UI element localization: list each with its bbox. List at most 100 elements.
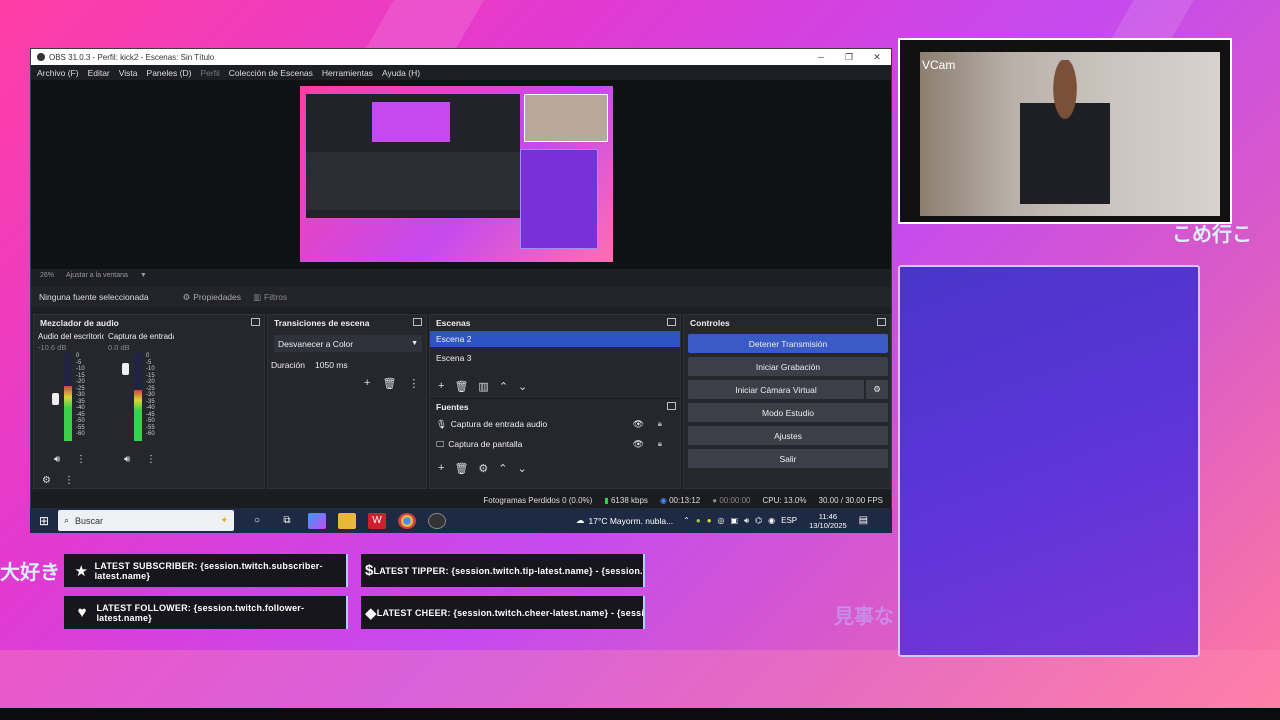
windows-start-icon[interactable]: ⊞	[30, 514, 58, 528]
webcam-frame: VCam	[898, 38, 1232, 224]
kebab-icon[interactable]: ⋮	[146, 454, 156, 465]
menu-bar: Archivo (F) Editar Vista Paneles (D) Per…	[31, 65, 891, 80]
filter-icon[interactable]: ▥	[478, 380, 488, 393]
studio-mode-button[interactable]: Modo Estudio	[688, 403, 888, 422]
search-box[interactable]: ⌕ Buscar ✦	[58, 510, 234, 531]
trash-icon[interactable]: 🗑︎	[454, 380, 468, 393]
menu-paneles[interactable]: Paneles (D)	[147, 68, 192, 78]
properties-button[interactable]: ⚙ Propiedades	[183, 292, 241, 303]
tray-app-icon[interactable]: ▣	[731, 516, 739, 525]
alert-text: LATEST TIPPER: {session.twitch.tip-lates…	[373, 565, 643, 576]
copilot-icon[interactable]	[308, 512, 326, 529]
duration-input[interactable]: 1050 ms	[315, 360, 425, 370]
exit-button[interactable]: Salir	[688, 449, 888, 468]
scene-item[interactable]: Escena 2	[430, 331, 680, 347]
lock-icon[interactable]: 🔒︎	[658, 439, 662, 449]
chrome-icon[interactable]	[398, 512, 416, 529]
network-icon[interactable]: ⌬	[755, 516, 762, 525]
maximize-icon[interactable]: ❐	[835, 52, 863, 63]
filters-label: Filtros	[264, 292, 288, 302]
menu-vista[interactable]: Vista	[119, 68, 138, 78]
source-item[interactable]: 🎙︎ Captura de entrada audio 👁︎ 🔒︎	[430, 414, 680, 434]
tray-app-icon[interactable]: ◎	[718, 516, 725, 525]
stop-stream-button[interactable]: Detener Transmisión	[688, 334, 888, 353]
virtual-camera-button[interactable]: Iniciar Cámara Virtual	[688, 380, 864, 399]
source-label: Captura de entrada audio	[450, 419, 548, 429]
arrow-up-icon[interactable]: ⌃	[499, 380, 508, 393]
popout-icon[interactable]	[413, 318, 422, 326]
settings-button[interactable]: Ajustes	[688, 426, 888, 445]
add-icon[interactable]: +	[364, 377, 370, 390]
channel-db: -10.6 dB	[38, 343, 67, 352]
volume-icon[interactable]: 🔊︎	[744, 516, 749, 526]
menu-archivo[interactable]: Archivo (F)	[37, 68, 79, 78]
speaker-icon[interactable]: 🔊︎	[124, 454, 130, 465]
source-item[interactable]: 🖵︎ Captura de pantalla 👁︎ 🔒︎	[430, 434, 680, 454]
popout-icon[interactable]	[667, 402, 676, 410]
trash-icon[interactable]: 🗑︎	[382, 377, 396, 390]
bitrate: 6138 kbps	[610, 495, 648, 505]
menu-perfil[interactable]: Perfil	[200, 68, 219, 78]
mixer-settings-icon[interactable]: ⚙	[42, 475, 51, 486]
star-icon: ★	[74, 562, 89, 580]
language-indicator[interactable]: ESP	[781, 516, 797, 525]
tray-app-icon[interactable]: ◉	[768, 516, 775, 525]
trash-icon[interactable]: 🗑︎	[454, 462, 468, 475]
stream-preview[interactable]	[300, 86, 613, 262]
duration-row: Duración 1050 ms ▲▼	[271, 359, 441, 371]
wps-icon[interactable]: W	[368, 512, 386, 529]
notification-icon[interactable]: ▤	[859, 515, 868, 526]
file-explorer-icon[interactable]	[338, 512, 356, 529]
chevron-up-icon[interactable]: ⌃	[683, 516, 690, 525]
clock[interactable]: 11:46 13/10/2025	[809, 512, 847, 530]
start-record-button[interactable]: Iniciar Grabación	[688, 357, 888, 376]
close-icon[interactable]: ✕	[863, 52, 891, 63]
filters-button[interactable]: ▥ Filtros	[253, 292, 287, 303]
window-controls: ─ ❐ ✕	[807, 52, 891, 63]
dollar-icon: $	[365, 562, 374, 579]
popout-icon[interactable]	[667, 318, 676, 326]
menu-ayuda[interactable]: Ayuda (H)	[382, 68, 420, 78]
kebab-icon[interactable]: ⋮	[408, 377, 419, 390]
kebab-icon[interactable]: ⋮	[76, 454, 86, 465]
eye-icon[interactable]: 👁︎	[633, 439, 644, 450]
add-icon[interactable]: +	[438, 380, 444, 392]
menu-editar[interactable]: Editar	[88, 68, 110, 78]
controls-dock: Controles Detener Transmisión Iniciar Gr…	[683, 314, 891, 489]
virtual-camera-settings-icon[interactable]: ⚙	[866, 380, 888, 399]
speaker-icon[interactable]: 🔊︎	[54, 454, 60, 465]
transitions-header: Transiciones de escena	[268, 315, 426, 331]
task-view-icon[interactable]: ⧉	[278, 513, 296, 529]
bitrate-row: ▮ 6138 kbps	[604, 496, 648, 505]
cortana-icon[interactable]: ○	[248, 513, 266, 529]
zoom-dropdown-icon[interactable]: ▼	[140, 272, 147, 279]
menu-coleccion[interactable]: Colección de Escenas	[229, 68, 313, 78]
weather-widget[interactable]: ☁ 17°C Mayorm. nubla...	[576, 515, 673, 526]
volume-slider[interactable]	[52, 393, 59, 405]
tray-app-icon[interactable]: ●	[696, 516, 701, 525]
system-tray: ⌃ ● ● ◎ ▣ 🔊︎ ⌬ ◉ ESP	[683, 516, 797, 526]
chevron-down-icon: ▼	[411, 340, 418, 347]
menu-herramientas[interactable]: Herramientas	[322, 68, 373, 78]
webcam-label: VCam	[922, 58, 956, 72]
transition-select[interactable]: Desvanecer a Color ▼	[274, 335, 422, 352]
gear-icon[interactable]: ⚙	[478, 462, 488, 475]
volume-slider[interactable]	[122, 363, 129, 375]
add-icon[interactable]: +	[438, 462, 444, 474]
sparkle-icon: ✦	[220, 515, 228, 525]
arrow-down-icon[interactable]: ⌄	[518, 380, 527, 393]
tray-app-icon[interactable]: ●	[707, 516, 712, 525]
arrow-up-icon[interactable]: ⌃	[498, 462, 507, 475]
eye-icon[interactable]: 👁︎	[633, 419, 644, 430]
obs-taskbar-icon[interactable]	[428, 512, 446, 529]
mixer-menu-icon[interactable]: ⋮	[64, 475, 74, 486]
minimize-icon[interactable]: ─	[807, 52, 835, 63]
zoom-mode[interactable]: Ajustar a la ventana	[66, 272, 128, 279]
preview-area[interactable]	[31, 80, 891, 269]
popout-icon[interactable]	[877, 318, 886, 326]
weather-icon: ☁	[576, 515, 585, 525]
scene-item[interactable]: Escena 3	[430, 350, 680, 366]
arrow-down-icon[interactable]: ⌄	[518, 462, 527, 475]
popout-icon[interactable]	[251, 318, 260, 326]
lock-icon[interactable]: 🔒︎	[658, 419, 662, 429]
